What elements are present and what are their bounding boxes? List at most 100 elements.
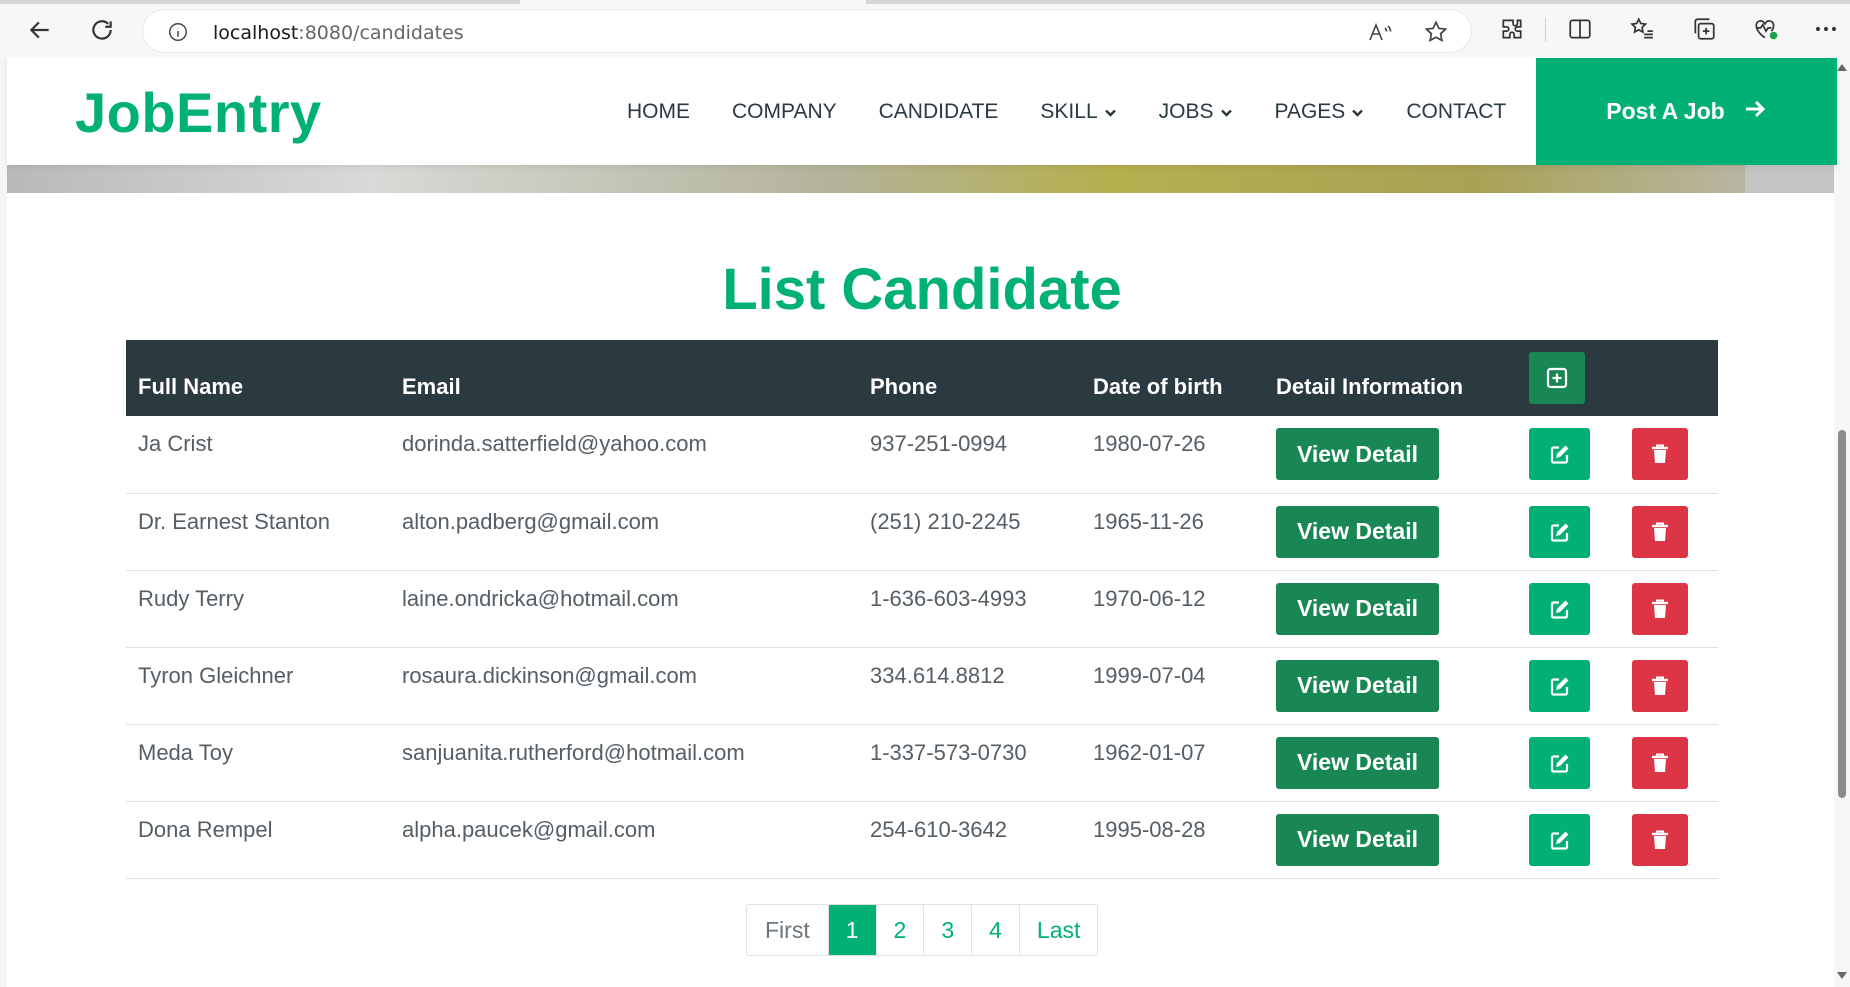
- post-job-button[interactable]: Post A Job: [1536, 58, 1837, 165]
- cell-full-name: Dona Rempel: [138, 816, 273, 842]
- cell-full-name: Dr. Earnest Stanton: [138, 508, 330, 534]
- scrollbar[interactable]: [1834, 58, 1850, 987]
- post-job-label: Post A Job: [1606, 98, 1725, 124]
- col-delete: [1620, 340, 1718, 416]
- nav-pages[interactable]: PAGES: [1275, 100, 1365, 124]
- page-2[interactable]: 2: [877, 905, 925, 955]
- more-menu-icon[interactable]: [1810, 13, 1842, 45]
- nav-skill-label: SKILL: [1040, 99, 1098, 123]
- page-4[interactable]: 4: [972, 905, 1020, 955]
- cell-detail: View Detail: [1264, 724, 1517, 801]
- delete-button[interactable]: [1632, 428, 1688, 480]
- table-row: Meda Toy sanjuanita.rutherford@hotmail.co…: [126, 724, 1718, 801]
- page-first[interactable]: First: [747, 905, 829, 955]
- nav-company[interactable]: COMPANY: [732, 100, 837, 124]
- delete-button[interactable]: [1632, 659, 1688, 712]
- table-header-row: Full Name Email Phone Date of birth Deta…: [126, 340, 1718, 416]
- url-path: :8080/candidates: [298, 22, 464, 44]
- edit-icon: [1548, 442, 1572, 466]
- view-detail-button[interactable]: View Detail: [1276, 659, 1439, 712]
- cell-dob: 1980-07-26: [1093, 431, 1206, 456]
- cell-full-name: Rudy Terry: [138, 585, 244, 611]
- col-email: Email: [402, 374, 461, 399]
- view-detail-button[interactable]: View Detail: [1276, 736, 1439, 789]
- trash-icon: [1650, 521, 1670, 543]
- refresh-icon[interactable]: [84, 12, 120, 48]
- toolbar-separator: [1545, 18, 1546, 42]
- cell-detail: View Detail: [1264, 570, 1517, 647]
- chevron-down-icon: [1104, 105, 1117, 121]
- page: JobEntry HOME COMPANY CANDIDATE SKILL JO…: [7, 58, 1837, 987]
- nav-jobs[interactable]: JOBS: [1159, 100, 1233, 124]
- page-1[interactable]: 1: [828, 905, 877, 955]
- cell-dob: 1999-07-04: [1093, 662, 1206, 688]
- favorites-list-icon[interactable]: [1626, 13, 1658, 45]
- health-icon[interactable]: [1750, 13, 1782, 45]
- cell-edit: [1517, 724, 1620, 801]
- favorite-star-icon[interactable]: [1423, 19, 1449, 50]
- chevron-down-icon: [1351, 105, 1364, 121]
- view-detail-button[interactable]: View Detail: [1276, 428, 1439, 480]
- collections-icon[interactable]: [1688, 13, 1720, 45]
- view-detail-button[interactable]: View Detail: [1276, 813, 1439, 866]
- edit-button[interactable]: [1529, 582, 1590, 635]
- page-last[interactable]: Last: [1020, 905, 1097, 955]
- edit-button[interactable]: [1529, 428, 1590, 480]
- view-detail-button[interactable]: View Detail: [1276, 505, 1439, 558]
- scroll-thumb[interactable]: [1838, 430, 1846, 798]
- edit-button[interactable]: [1529, 659, 1590, 712]
- scroll-down-icon[interactable]: [1837, 972, 1847, 979]
- cell-email: dorinda.satterfield@yahoo.com: [402, 431, 707, 456]
- view-detail-button[interactable]: View Detail: [1276, 582, 1439, 635]
- delete-button[interactable]: [1632, 582, 1688, 635]
- col-detail-information: Detail Information: [1276, 374, 1464, 399]
- read-aloud-icon[interactable]: [1367, 20, 1393, 49]
- nav-home[interactable]: HOME: [627, 100, 690, 124]
- cell-edit: [1517, 801, 1620, 878]
- tab-strip: [866, 0, 1850, 4]
- cell-phone: 937-251-0994: [870, 431, 1008, 456]
- trash-icon: [1650, 752, 1670, 774]
- delete-button[interactable]: [1632, 505, 1688, 558]
- site-navbar: JobEntry HOME COMPANY CANDIDATE SKILL JO…: [7, 58, 1837, 165]
- page-3[interactable]: 3: [924, 905, 973, 955]
- trash-icon: [1650, 829, 1670, 851]
- nav-skill[interactable]: SKILL: [1040, 100, 1116, 124]
- extensions-icon[interactable]: [1496, 13, 1528, 45]
- cell-dob: 1965-11-26: [1093, 508, 1204, 534]
- cell-dob: 1995-08-28: [1093, 816, 1206, 842]
- back-icon[interactable]: [22, 12, 58, 48]
- cell-email: sanjuanita.rutherford@hotmail.com: [402, 739, 745, 765]
- nav-contact-label: CONTACT: [1406, 99, 1507, 123]
- cell-phone: 254-610-3642: [870, 816, 1008, 842]
- nav-contact[interactable]: CONTACT: [1406, 100, 1506, 124]
- cell-edit: [1517, 416, 1620, 493]
- cell-delete: [1620, 647, 1718, 724]
- nav-pages-label: PAGES: [1274, 99, 1346, 123]
- edit-button[interactable]: [1529, 813, 1590, 866]
- trash-icon: [1650, 598, 1670, 620]
- cell-email: laine.ondricka@hotmail.com: [402, 585, 679, 611]
- delete-button[interactable]: [1632, 813, 1688, 866]
- cell-edit: [1517, 647, 1620, 724]
- col-dob: Date of birth: [1093, 374, 1223, 399]
- col-phone: Phone: [870, 374, 938, 399]
- cell-delete: [1620, 416, 1718, 493]
- info-icon[interactable]: [167, 21, 189, 48]
- cell-delete: [1620, 724, 1718, 801]
- scroll-up-icon[interactable]: [1837, 64, 1847, 71]
- edit-button[interactable]: [1529, 505, 1590, 558]
- brand-logo[interactable]: JobEntry: [75, 80, 322, 145]
- address-bar[interactable]: localhost:8080/candidates: [142, 9, 1472, 53]
- cell-phone: (251) 210-2245: [870, 508, 1021, 534]
- split-screen-icon[interactable]: [1564, 13, 1596, 45]
- cell-full-name: Meda Toy: [138, 739, 233, 765]
- edit-icon: [1548, 828, 1572, 852]
- cell-delete: [1620, 801, 1718, 878]
- delete-button[interactable]: [1632, 736, 1688, 789]
- edit-button[interactable]: [1529, 736, 1590, 789]
- tab-strip: [0, 0, 520, 4]
- nav-candidate[interactable]: CANDIDATE: [879, 100, 999, 124]
- add-candidate-button[interactable]: [1529, 352, 1585, 404]
- url-text: localhost:8080/candidates: [213, 22, 464, 44]
